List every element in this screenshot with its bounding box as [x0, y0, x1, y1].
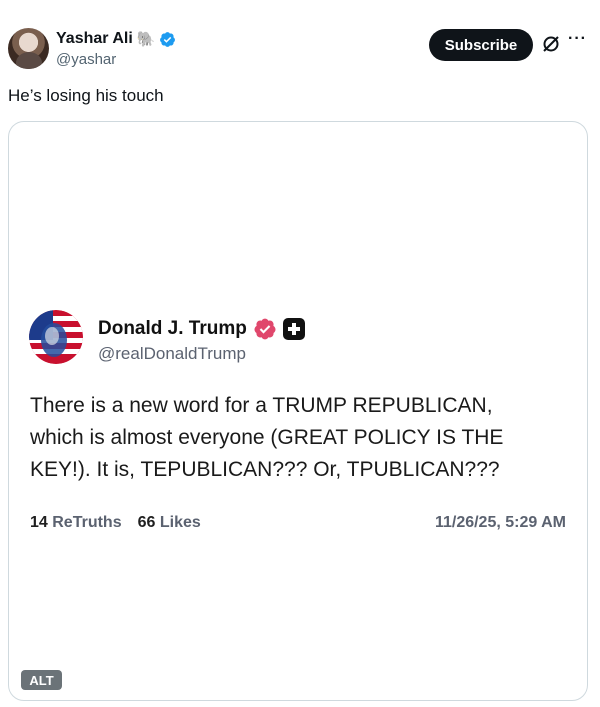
elephant-icon: 🐘 [136, 30, 156, 48]
truth-name-line: Donald J. Trump [98, 317, 305, 341]
subscribe-button[interactable]: Subscribe [429, 29, 533, 61]
author-handle[interactable]: @yashar [56, 51, 116, 68]
retruths-stat: 14 ReTruths [30, 514, 122, 532]
truth-author-handle: @realDonaldTrump [98, 344, 246, 363]
retruths-label: ReTruths [52, 514, 122, 531]
more-options-icon[interactable]: ··· [568, 31, 588, 48]
author-name-line[interactable]: Yashar Ali 🐘 [56, 29, 176, 49]
truth-post-body: There is a new word for a TRUMP REPUBLIC… [30, 390, 570, 486]
retruths-count: 14 [30, 514, 48, 531]
tweet-media-image[interactable]: Donald J. Trump @realDonaldTrump There i… [8, 121, 588, 701]
verified-badge-icon[interactable] [159, 31, 176, 48]
author-avatar[interactable] [8, 28, 49, 69]
truth-verified-badge-icon [254, 318, 276, 340]
likes-label: Likes [159, 514, 201, 531]
truth-author-name: Donald J. Trump [98, 318, 247, 339]
likes-stat: 66 Likes [138, 514, 201, 532]
tweet-text: He’s losing his touch [8, 86, 164, 105]
truth-plus-icon [282, 318, 305, 340]
truth-timestamp: 11/26/25, 5:29 AM [434, 514, 566, 531]
truth-body-line: KEY!). It is, TEPUBLICAN??? Or, TPUBLICA… [30, 458, 500, 481]
author-display-name[interactable]: Yashar Ali [56, 30, 133, 48]
truth-body-line: which is almost everyone (GREAT POLICY I… [30, 426, 504, 449]
truth-stats: 14 ReTruths 66 Likes [30, 514, 201, 532]
alt-text-badge[interactable]: ALT [21, 670, 62, 690]
tweet-header: Yashar Ali 🐘 @yashar Subscribe ··· [0, 0, 600, 80]
truth-author-avatar [29, 310, 83, 364]
grok-icon[interactable] [541, 34, 561, 54]
likes-count: 66 [137, 514, 156, 531]
truth-body-line: There is a new word for a TRUMP REPUBLIC… [30, 394, 493, 417]
